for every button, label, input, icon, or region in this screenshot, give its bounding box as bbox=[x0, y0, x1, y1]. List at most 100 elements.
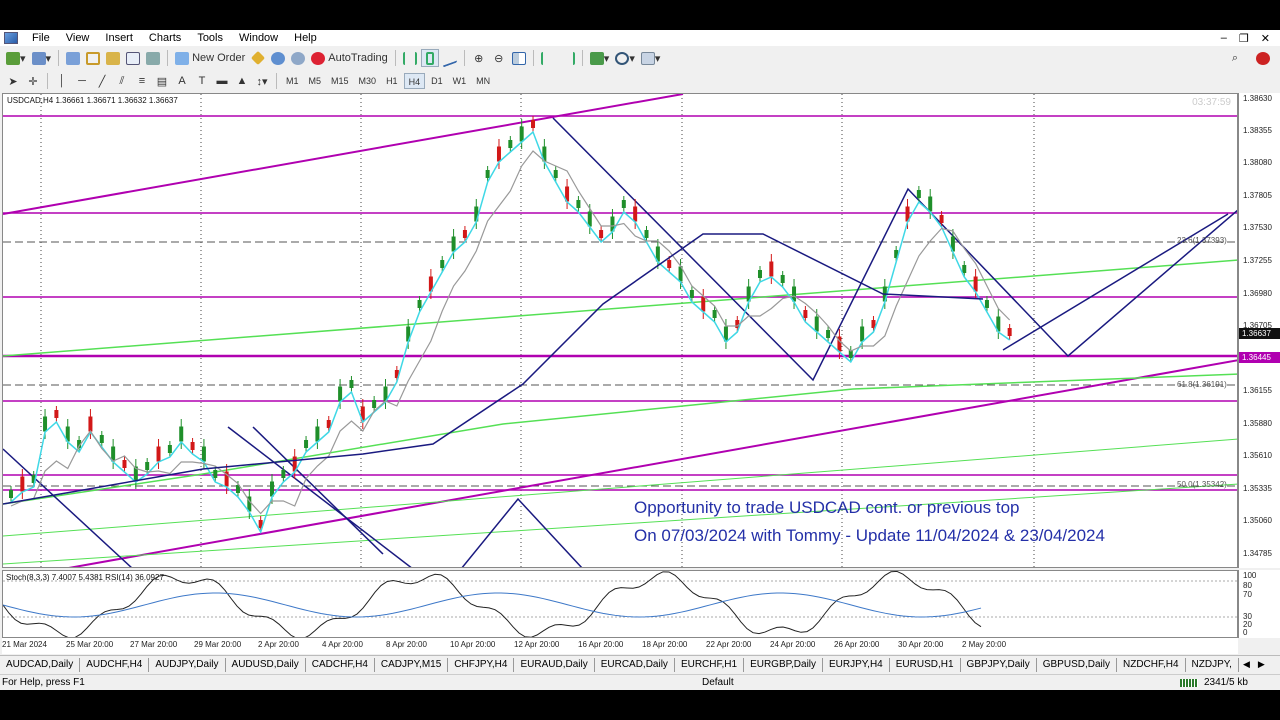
bar-chart-button[interactable] bbox=[401, 49, 419, 67]
chart-tab[interactable]: NZDJPY, bbox=[1186, 657, 1239, 672]
menu-help[interactable]: Help bbox=[286, 30, 325, 46]
chart-shift-button[interactable] bbox=[559, 49, 577, 67]
crosshair-icon[interactable]: ✛ bbox=[24, 72, 42, 90]
annotation-line-2: On 07/03/2024 with Tommy - Update 11/04/… bbox=[634, 526, 1105, 545]
candle-body bbox=[1007, 328, 1012, 336]
candle-body bbox=[599, 230, 604, 238]
market-watch-button[interactable] bbox=[64, 49, 82, 67]
chart-tab[interactable]: EURCHF,H1 bbox=[675, 657, 745, 672]
label-icon[interactable]: T bbox=[193, 72, 211, 90]
line-chart-button[interactable] bbox=[441, 48, 459, 68]
timeframe-d1[interactable]: D1 bbox=[427, 73, 447, 89]
mql5-icon[interactable] bbox=[1254, 49, 1272, 67]
time-label: 24 Apr 20:00 bbox=[770, 640, 816, 649]
new-chart-button[interactable]: ▾ bbox=[4, 49, 28, 67]
terminal-button[interactable] bbox=[124, 49, 142, 67]
restore-icon[interactable]: ❐ bbox=[1239, 32, 1249, 45]
timeframe-mn[interactable]: MN bbox=[472, 73, 494, 89]
zoom-out-icon[interactable]: ⊖ bbox=[490, 49, 508, 67]
timeframe-h1[interactable]: H1 bbox=[382, 73, 402, 89]
chart-tab[interactable]: AUDUSD,Daily bbox=[226, 657, 306, 672]
menu-window[interactable]: Window bbox=[231, 30, 286, 46]
price-label: 1.35060 bbox=[1243, 516, 1272, 525]
zoom-in-icon[interactable]: ⊕ bbox=[470, 49, 488, 67]
chart-tab[interactable]: EURCAD,Daily bbox=[595, 657, 675, 672]
profiles-button[interactable]: ▾ bbox=[30, 49, 54, 67]
fibonacci-icon[interactable]: ≡ bbox=[133, 72, 151, 90]
menu-insert[interactable]: Insert bbox=[97, 30, 141, 46]
arrows-icon[interactable]: ↕▾ bbox=[253, 72, 271, 90]
candle-body bbox=[826, 330, 831, 338]
time-label: 2 May 20:00 bbox=[962, 640, 1007, 649]
annotation-line-1: Opportunity to trade USDCAD cont. or pre… bbox=[634, 498, 1020, 517]
chart-tab[interactable]: GBPJPY,Daily bbox=[961, 657, 1037, 672]
timeframe-m1[interactable]: M1 bbox=[282, 73, 303, 89]
navigator-button[interactable] bbox=[104, 49, 122, 67]
window-controls: – ❐ ✕ bbox=[1221, 32, 1280, 45]
chart-tab[interactable]: EURJPY,H4 bbox=[823, 657, 890, 672]
time-label: 16 Apr 20:00 bbox=[578, 640, 624, 649]
text-icon[interactable]: A bbox=[173, 72, 191, 90]
gann-icon[interactable]: ▤ bbox=[153, 72, 171, 90]
periods-button[interactable]: ▾ bbox=[613, 49, 637, 67]
market-button[interactable] bbox=[289, 49, 307, 67]
chart-tab[interactable]: EURGBP,Daily bbox=[744, 657, 824, 672]
timeframe-m5[interactable]: M5 bbox=[305, 73, 326, 89]
candle-body bbox=[338, 386, 343, 402]
timeframe-m30[interactable]: M30 bbox=[355, 73, 381, 89]
templates-button[interactable]: ▾ bbox=[639, 49, 663, 67]
horizontal-line-icon[interactable]: ─ bbox=[73, 72, 91, 90]
candle-body bbox=[962, 265, 967, 273]
indicator-canvas bbox=[3, 571, 1237, 637]
metaeditor-button[interactable] bbox=[249, 49, 267, 67]
tile-windows-button[interactable] bbox=[510, 49, 528, 67]
tester-button[interactable] bbox=[144, 49, 162, 67]
chart-tab[interactable]: GBPUSD,Daily bbox=[1037, 657, 1117, 672]
time-label: 18 Apr 20:00 bbox=[642, 640, 688, 649]
time-label: 12 Apr 20:00 bbox=[514, 640, 560, 649]
trend-line-green bbox=[3, 483, 1237, 565]
chart-tab[interactable]: EURUSD,H1 bbox=[890, 657, 961, 672]
search-icon[interactable]: ⌕ bbox=[1226, 49, 1244, 67]
menu-charts[interactable]: Charts bbox=[141, 30, 189, 46]
rectangle-icon[interactable]: ▬ bbox=[213, 72, 231, 90]
price-chart[interactable]: USDCAD,H4 1.36661 1.36671 1.36632 1.3663… bbox=[2, 93, 1238, 568]
data-window-button[interactable] bbox=[84, 49, 102, 67]
chart-tab[interactable]: CHFJPY,H4 bbox=[448, 657, 515, 672]
chart-tab[interactable]: AUDJPY,Daily bbox=[149, 657, 226, 672]
candle-body bbox=[667, 260, 672, 268]
triangle-icon[interactable]: ▲ bbox=[233, 72, 251, 90]
autoscroll-button[interactable] bbox=[539, 49, 557, 67]
candlestick-button[interactable] bbox=[420, 49, 439, 67]
chart-tab[interactable]: EURAUD,Daily bbox=[514, 657, 595, 672]
chart-tab[interactable]: CADJPY,M15 bbox=[375, 657, 449, 672]
close-icon[interactable]: ✕ bbox=[1261, 32, 1270, 45]
mt4-window: File View Insert Charts Tools Window Hel… bbox=[0, 30, 1280, 690]
new-order-button[interactable]: New Order bbox=[173, 49, 247, 67]
channel-icon[interactable]: ⫽ bbox=[113, 72, 131, 90]
minimize-icon[interactable]: – bbox=[1221, 32, 1227, 45]
timeframe-h4[interactable]: H4 bbox=[403, 73, 426, 89]
chart-tab[interactable]: NZDCHF,H4 bbox=[1117, 657, 1186, 672]
chart-tab[interactable]: CADCHF,H4 bbox=[306, 657, 375, 672]
candle-body bbox=[281, 470, 286, 478]
cursor-icon[interactable]: ➤ bbox=[4, 72, 22, 90]
candle-body bbox=[576, 200, 581, 208]
signals-button[interactable] bbox=[269, 49, 287, 67]
vertical-line-icon[interactable]: │ bbox=[53, 72, 71, 90]
tab-scroll-right-icon[interactable]: ▶ bbox=[1254, 659, 1269, 670]
trendline-icon[interactable]: ╱ bbox=[93, 72, 111, 90]
chart-tab[interactable]: AUDCAD,Daily bbox=[0, 657, 81, 672]
timeframe-m15[interactable]: M15 bbox=[327, 73, 353, 89]
menu-view[interactable]: View bbox=[58, 30, 98, 46]
autotrading-button[interactable]: AutoTrading bbox=[309, 49, 390, 67]
indicator-window[interactable]: Stoch(8,3,3) 7.4007 5.4381 RSI(14) 36.09… bbox=[2, 570, 1238, 638]
chart-tab[interactable]: AUDCHF,H4 bbox=[80, 657, 150, 672]
menu-tools[interactable]: Tools bbox=[189, 30, 231, 46]
candle-body bbox=[496, 146, 501, 162]
tab-scroll-left-icon[interactable]: ◀ bbox=[1239, 659, 1254, 670]
timeframe-w1[interactable]: W1 bbox=[449, 73, 471, 89]
menu-file[interactable]: File bbox=[24, 30, 58, 46]
indicators-button[interactable]: ▾ bbox=[588, 49, 612, 67]
candle-body bbox=[201, 446, 206, 462]
